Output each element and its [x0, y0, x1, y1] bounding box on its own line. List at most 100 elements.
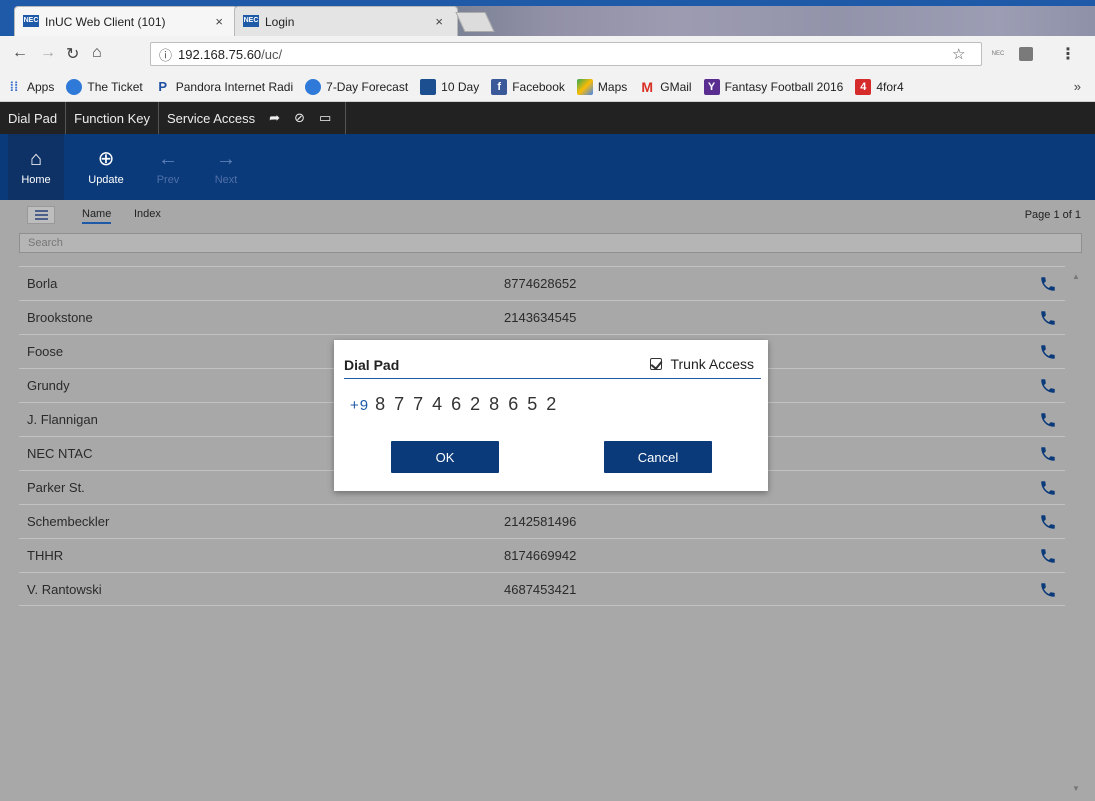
facebook-icon: f [491, 78, 508, 95]
close-icon[interactable]: × [215, 14, 223, 29]
trunk-prefix: +9 [350, 397, 370, 414]
arrow-left-icon: ← [158, 148, 178, 170]
ok-button[interactable]: OK [391, 441, 499, 473]
bookmarks-bar: ⁞⁞ Apps The Ticket P Pandora Internet Ra… [0, 72, 1095, 102]
contact-name: Parker St. [27, 480, 85, 495]
tab-name[interactable]: Name [82, 208, 112, 224]
contact-name: Brookstone [27, 310, 93, 325]
bookmark-label: Apps [27, 79, 55, 94]
search-input[interactable]: Search [19, 233, 1082, 253]
phone-icon[interactable] [1039, 479, 1057, 497]
cancel-button[interactable]: Cancel [604, 441, 712, 473]
nav-service-access[interactable]: Service Access ➦ ⊘ ▭ [159, 102, 347, 134]
url-input[interactable]: ⓘ 192.168.75.60/uc/ [150, 42, 982, 66]
bookmark-star-icon[interactable]: ☆ [952, 45, 965, 63]
home-icon[interactable]: ⌂ [92, 44, 102, 62]
scroll-up-icon[interactable]: ▲ [1072, 272, 1080, 281]
url-path: /uc/ [261, 46, 283, 62]
address-bar-row: ← → ↻ ⌂ ⓘ 192.168.75.60/uc/ ☆ NEC ⋮ [0, 36, 1095, 72]
phone-icon[interactable] [1039, 275, 1057, 293]
update-label: Update [88, 174, 124, 186]
close-icon[interactable]: × [435, 14, 443, 29]
tab-strip: NEC InUC Web Client (101) × NEC Login × [0, 0, 1095, 36]
reload-icon[interactable]: ↻ [66, 44, 79, 64]
bookmark-the-ticket[interactable]: The Ticket [66, 78, 143, 95]
bookmark-pandora[interactable]: P Pandora Internet Radi [155, 79, 293, 95]
bookmark-7-day-forecast[interactable]: 7-Day Forecast [305, 78, 408, 95]
contact-name: J. Flannigan [27, 412, 98, 427]
tab-label: Login [265, 14, 295, 29]
next-button[interactable]: → Next [198, 134, 254, 200]
table-row[interactable]: Brookstone 2143634545 [19, 300, 1065, 334]
extension-icon[interactable] [1019, 47, 1033, 61]
contact-name: Grundy [27, 378, 70, 393]
url-host: 192.168.75.60 [178, 46, 262, 62]
phone-icon[interactable] [1039, 581, 1057, 599]
phone-icon[interactable] [1039, 547, 1057, 565]
bookmark-maps[interactable]: Maps [576, 78, 628, 95]
scroll-down-icon[interactable]: ▼ [1072, 784, 1080, 793]
forward-share-icon[interactable]: ➦ [269, 110, 280, 126]
trunk-access-checkbox[interactable]: Trunk Access [650, 356, 754, 372]
nec-favicon-icon: NEC [243, 15, 259, 27]
bookmarks-overflow-icon[interactable]: » [1074, 79, 1081, 94]
bookmark-label: Maps [597, 79, 628, 94]
bookmark-label: 4for4 [876, 79, 904, 94]
list-view-button[interactable] [27, 206, 55, 224]
weather-icon [305, 78, 322, 95]
contact-number: 2143634545 [504, 310, 577, 325]
bookmark-4for4[interactable]: 4 4for4 [855, 78, 904, 95]
table-row[interactable]: V. Rantowski 4687453421 [19, 572, 1065, 606]
bookmark-10-day[interactable]: 10 Day [420, 78, 479, 95]
contact-number: 4687453421 [504, 581, 577, 597]
phone-icon[interactable] [1039, 377, 1057, 395]
tab-inuc-web-client[interactable]: NEC InUC Web Client (101) × [14, 6, 238, 36]
table-row[interactable]: THHR 8174669942 [19, 538, 1065, 572]
nec-extension-icon[interactable]: NEC [990, 47, 1006, 61]
browser-window: NEC InUC Web Client (101) × NEC Login × … [0, 0, 1095, 801]
next-label: Next [214, 174, 238, 186]
bookmark-fantasy-football[interactable]: Y Fantasy Football 2016 [703, 78, 844, 95]
laptop-icon[interactable]: ▭ [319, 110, 331, 126]
do-not-disturb-icon[interactable]: ⊘ [294, 110, 305, 126]
contact-number: 8774628652 [504, 276, 577, 291]
maps-icon [576, 78, 593, 95]
table-row[interactable]: Schembeckler 2142581496 [19, 504, 1065, 538]
home-label: Home [21, 174, 51, 186]
phone-icon[interactable] [1039, 343, 1057, 361]
bookmark-gmail[interactable]: M GMail [639, 79, 691, 95]
phone-icon[interactable] [1039, 309, 1057, 327]
ticket-icon [66, 78, 83, 95]
bookmark-label: Fantasy Football 2016 [724, 79, 844, 94]
blurred-bookmark-area [452, 6, 1095, 36]
prev-button[interactable]: ← Prev [140, 134, 196, 200]
home-button[interactable]: ⌂ Home [8, 134, 64, 200]
bookmark-label: The Ticket [87, 79, 143, 94]
nec-favicon-icon: NEC [23, 15, 39, 27]
forward-arrow-icon[interactable]: → [40, 44, 56, 62]
nav-service-access-label: Service Access [167, 110, 256, 126]
phone-icon[interactable] [1039, 411, 1057, 429]
contact-number: 2142581496 [504, 514, 577, 529]
tab-login[interactable]: NEC Login × [234, 6, 458, 36]
tab-index[interactable]: Index [134, 208, 161, 220]
checkbox-checked-icon[interactable] [650, 358, 663, 370]
app-top-nav: Dial Pad Function Key Service Access ➦ ⊘… [0, 102, 1095, 134]
bookmark-apps[interactable]: ⁞⁞ Apps [6, 79, 55, 95]
nav-dial-pad[interactable]: Dial Pad [0, 102, 67, 134]
nav-function-key[interactable]: Function Key [66, 102, 160, 134]
menu-kebab-icon[interactable]: ⋮ [1060, 44, 1076, 64]
contact-name: Borla [27, 276, 58, 291]
bookmark-facebook[interactable]: f Facebook [491, 78, 565, 95]
phone-icon[interactable] [1039, 513, 1057, 531]
scrollbar[interactable]: ▲ ▼ [1068, 266, 1083, 801]
download-circle-icon: ⊕ [97, 148, 115, 170]
table-row[interactable]: Borla 8774628652 [19, 266, 1065, 300]
weather-channel-icon [420, 78, 437, 95]
update-button[interactable]: ⊕ Update [78, 134, 134, 200]
info-icon[interactable]: ⓘ [159, 45, 172, 64]
page-indicator: Page 1 of 1 [1024, 209, 1081, 221]
back-arrow-icon[interactable]: ← [12, 44, 28, 62]
phone-icon[interactable] [1039, 445, 1057, 463]
prev-label: Prev [156, 174, 180, 186]
